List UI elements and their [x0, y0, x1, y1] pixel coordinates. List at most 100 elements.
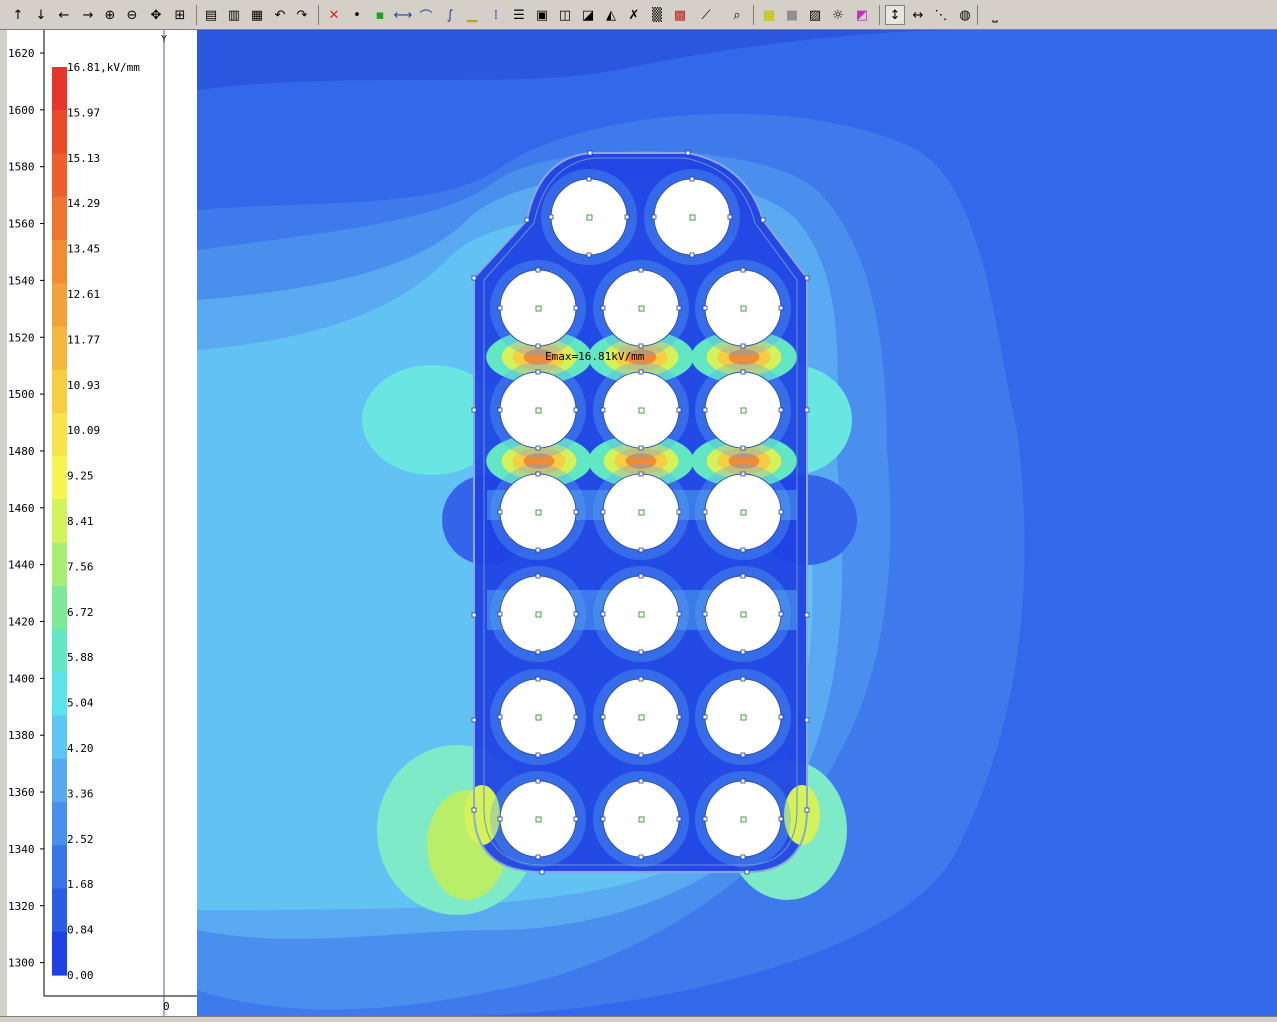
- contour-plot-button[interactable]: ▦: [759, 5, 779, 25]
- mesh-node[interactable]: [600, 611, 606, 617]
- ruler-button[interactable]: ⋱: [931, 5, 951, 25]
- mesh-node[interactable]: [600, 509, 606, 515]
- clear-mesh-button[interactable]: ▩: [670, 5, 690, 25]
- mesh-node[interactable]: [740, 547, 746, 553]
- mesh-node[interactable]: [535, 267, 541, 273]
- mesh-node[interactable]: [600, 816, 606, 822]
- conductor-circle[interactable]: [653, 178, 731, 256]
- mesh-node[interactable]: [573, 714, 579, 720]
- mesh-node[interactable]: [744, 869, 750, 875]
- mesh-node[interactable]: [497, 305, 503, 311]
- mesh-node[interactable]: [676, 407, 682, 413]
- mesh-node[interactable]: [702, 305, 708, 311]
- field-plot-canvas[interactable]: Emax=16.81kV/mm: [197, 30, 1277, 1016]
- conductor-circle[interactable]: [704, 473, 782, 551]
- mesh-node[interactable]: [535, 471, 541, 477]
- shield-button[interactable]: ◍: [955, 5, 975, 25]
- field-plot-svg[interactable]: Emax=16.81kV/mm: [197, 30, 1277, 1016]
- conductor-circle[interactable]: [499, 575, 577, 653]
- mesh-node[interactable]: [497, 816, 503, 822]
- mesh-node[interactable]: [804, 612, 810, 618]
- conductor-circle[interactable]: [602, 780, 680, 858]
- pan-down-button[interactable]: ↓: [31, 5, 51, 25]
- mesh-node[interactable]: [600, 714, 606, 720]
- mesh-node[interactable]: [778, 816, 784, 822]
- conductor-circle[interactable]: [602, 371, 680, 449]
- mesh-node[interactable]: [676, 611, 682, 617]
- mesh-node[interactable]: [676, 305, 682, 311]
- mesh-node[interactable]: [535, 445, 541, 451]
- mesh-node[interactable]: [586, 176, 592, 182]
- mesh-node[interactable]: [524, 217, 530, 223]
- mesh-node[interactable]: [535, 573, 541, 579]
- mesh-node[interactable]: [539, 869, 545, 875]
- mesh-node[interactable]: [740, 267, 746, 273]
- blank-button[interactable]: ⎵: [985, 5, 1005, 25]
- conductor-circle[interactable]: [602, 678, 680, 756]
- mesh-node[interactable]: [535, 778, 541, 784]
- mesh-node[interactable]: [702, 611, 708, 617]
- conductor-circle[interactable]: [602, 575, 680, 653]
- conductor-circle[interactable]: [499, 371, 577, 449]
- region-button[interactable]: ▣: [532, 5, 552, 25]
- measure-button[interactable]: ⟋: [696, 5, 716, 25]
- mesh-node[interactable]: [497, 714, 503, 720]
- mesh-node[interactable]: [573, 305, 579, 311]
- mesh-node[interactable]: [638, 343, 644, 349]
- zoom-extents-button[interactable]: ✥: [146, 5, 166, 25]
- label-tool-button[interactable]: ▁: [462, 5, 482, 25]
- conductor-circle[interactable]: [704, 678, 782, 756]
- mesh-node[interactable]: [804, 275, 810, 281]
- mesh-node[interactable]: [778, 407, 784, 413]
- copy-region-button[interactable]: ◫: [555, 5, 575, 25]
- segment-tool-button[interactable]: ⟷: [393, 5, 413, 25]
- grid-button[interactable]: ⁞: [486, 5, 506, 25]
- mesh-node[interactable]: [778, 714, 784, 720]
- mesh-node[interactable]: [497, 509, 503, 515]
- conductor-circle[interactable]: [550, 178, 628, 256]
- mesh-node[interactable]: [535, 547, 541, 553]
- mesh-node[interactable]: [535, 676, 541, 682]
- table-button[interactable]: ☰: [509, 5, 529, 25]
- node-tool-button[interactable]: ▪: [370, 5, 390, 25]
- mesh-node[interactable]: [676, 509, 682, 515]
- vertical-arrow-button[interactable]: ↕: [885, 5, 905, 25]
- zoom-in-button[interactable]: ⊕: [100, 5, 120, 25]
- conductor-circle[interactable]: [602, 473, 680, 551]
- mesh-node[interactable]: [638, 854, 644, 860]
- mesh-node[interactable]: [573, 611, 579, 617]
- mesh-node[interactable]: [740, 854, 746, 860]
- mesh-button[interactable]: ▒: [647, 5, 667, 25]
- mesh-node[interactable]: [804, 717, 810, 723]
- zoom-window-button[interactable]: ⊞: [170, 5, 190, 25]
- mesh-node[interactable]: [471, 717, 477, 723]
- mesh-node[interactable]: [689, 252, 695, 258]
- mesh-node[interactable]: [471, 407, 477, 413]
- paste-button[interactable]: ▦: [247, 5, 267, 25]
- remove-button[interactable]: ✗: [624, 5, 644, 25]
- mesh-node[interactable]: [535, 369, 541, 375]
- mirror-button[interactable]: ◭: [601, 5, 621, 25]
- delete-button[interactable]: ✕: [324, 5, 344, 25]
- mesh-node[interactable]: [535, 854, 541, 860]
- mesh-node[interactable]: [471, 807, 477, 813]
- mesh-node[interactable]: [586, 252, 592, 258]
- zoom-out-button[interactable]: ⊖: [122, 5, 142, 25]
- pan-left-button[interactable]: ←: [54, 5, 74, 25]
- mesh-node[interactable]: [638, 369, 644, 375]
- hatch-plot-button[interactable]: ▨: [805, 5, 825, 25]
- mesh-node[interactable]: [624, 214, 630, 220]
- mesh-node[interactable]: [727, 214, 733, 220]
- mesh-node[interactable]: [587, 150, 593, 156]
- arc-tool-button[interactable]: ⌒: [416, 5, 436, 25]
- conductor-circle[interactable]: [499, 473, 577, 551]
- mesh-node[interactable]: [685, 150, 691, 156]
- conductor-circle[interactable]: [499, 269, 577, 347]
- mesh-node[interactable]: [778, 509, 784, 515]
- mesh-node[interactable]: [638, 267, 644, 273]
- mesh-node[interactable]: [638, 573, 644, 579]
- mesh-node[interactable]: [638, 649, 644, 655]
- color-map-button[interactable]: ◩: [852, 5, 872, 25]
- mesh-node[interactable]: [702, 509, 708, 515]
- mesh-node[interactable]: [638, 547, 644, 553]
